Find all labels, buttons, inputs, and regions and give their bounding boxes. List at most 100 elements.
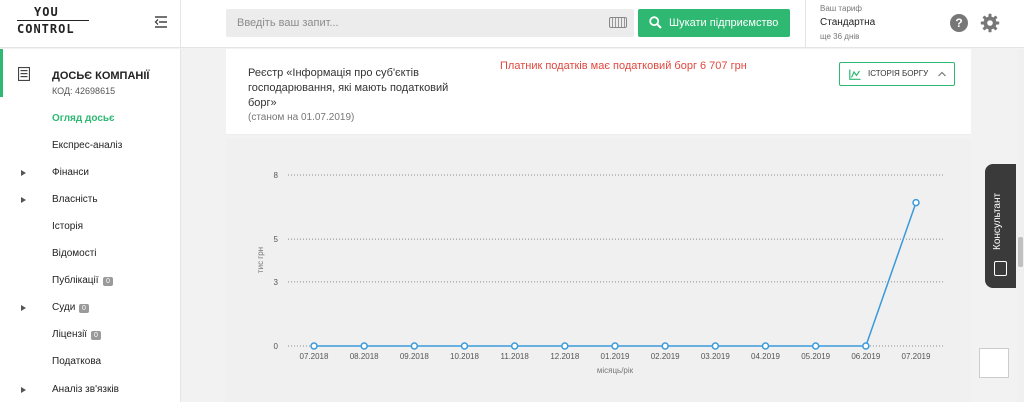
sidebar-nav-item[interactable]: Публікації 0 <box>0 271 181 293</box>
sidebar-nav-item[interactable]: Експрес-аналіз <box>0 136 181 158</box>
expand-caret-icon[interactable] <box>21 170 26 176</box>
sidebar-nav-item[interactable]: Податкова <box>0 352 181 374</box>
search-icon <box>649 16 662 29</box>
help-icon[interactable]: ? <box>950 14 968 32</box>
header-divider <box>180 0 181 48</box>
keyboard-icon[interactable] <box>609 17 627 28</box>
page-scrollbar[interactable] <box>1017 49 1024 402</box>
data-point <box>611 342 619 350</box>
sidebar-nav-label: Податкова <box>52 356 102 367</box>
scrollbar-thumb[interactable] <box>1018 237 1023 267</box>
data-point <box>811 342 820 350</box>
expand-caret-icon[interactable] <box>21 387 26 393</box>
tariff-days: ще 36 днів <box>820 32 860 41</box>
sidebar-nav-item[interactable]: Аналіз зв'язків <box>0 380 181 402</box>
sidebar-nav-label: Публікації <box>52 275 99 286</box>
logo-bottom-text: CONTROL <box>17 22 75 36</box>
chevron-up-icon <box>938 71 946 77</box>
expand-caret-icon[interactable] <box>21 197 26 203</box>
expand-caret-icon[interactable] <box>21 305 26 311</box>
data-point <box>711 342 720 350</box>
x-tick-label: 04.2019 <box>751 352 780 361</box>
data-point <box>561 342 569 350</box>
main-content: Реєстр «Інформація про суб'єктів господа… <box>181 49 1024 402</box>
logo[interactable]: YOU CONTROL <box>17 5 89 37</box>
x-tick-label: 10.2018 <box>450 352 479 361</box>
count-badge: 0 <box>103 277 113 286</box>
x-tick-label: 02.2019 <box>651 352 680 361</box>
sidebar-nav-label: Ліцензії <box>52 329 88 340</box>
search-company-button[interactable]: Шукати підприємство <box>638 9 790 37</box>
count-badge: 0 <box>91 331 101 340</box>
sidebar-nav-item[interactable]: Відомості <box>0 244 181 266</box>
data-point <box>360 342 368 350</box>
search-box <box>226 9 634 37</box>
x-tick-label: 12.2018 <box>550 352 579 361</box>
scroll-to-top-button[interactable] <box>979 348 1009 378</box>
sidebar-nav-label: Історія <box>52 221 84 232</box>
x-tick-label: 09.2018 <box>400 352 429 361</box>
data-point <box>460 342 469 350</box>
chart-icon <box>849 69 861 80</box>
gear-icon[interactable] <box>980 13 1000 33</box>
y-tick-label: 5 <box>274 235 279 244</box>
x-tick-label: 11.2018 <box>501 352 530 361</box>
sidebar-nav-item[interactable]: Історія <box>0 217 181 239</box>
count-badge: 0 <box>79 304 89 313</box>
dossier-title: ДОСЬЄ КОМПАНІЇ <box>52 70 150 82</box>
debt-history-label: ІСТОРІЯ БОРГУ <box>868 69 929 78</box>
sidebar-nav-label: Аналіз зв'язків <box>52 384 119 395</box>
data-point <box>661 342 669 350</box>
debt-chart-svg: 0 3 5 8 тис грн 07.2018 08.2018 09.2018 10.2018 1… <box>256 171 944 375</box>
data-point <box>310 342 318 350</box>
top-bar: YOU CONTROL Шукати підприємство Ваш тари… <box>0 0 1024 48</box>
x-tick-label: 03.2019 <box>701 352 730 361</box>
x-tick-label: 07.2019 <box>902 352 931 361</box>
sidebar-dossier[interactable]: ДОСЬЄ КОМПАНІЇ КОД: 42698615 <box>0 49 181 97</box>
debt-chart: 0 3 5 8 тис грн 07.2018 08.2018 09.2018 10.2018 1… <box>226 139 971 402</box>
logo-divider <box>17 20 89 21</box>
document-icon <box>18 67 30 81</box>
data-point <box>912 198 920 207</box>
registry-card: Реєстр «Інформація про суб'єктів господа… <box>226 49 971 135</box>
data-point <box>761 342 770 350</box>
search-input[interactable] <box>226 9 596 37</box>
sidebar: ДОСЬЄ КОМПАНІЇ КОД: 42698615 Огляд досьє… <box>0 49 181 402</box>
y-tick-label: 8 <box>274 171 279 180</box>
y-tick-label: 3 <box>274 278 279 287</box>
debt-history-button[interactable]: ІСТОРІЯ БОРГУ <box>839 62 955 86</box>
sidebar-nav-label: Огляд досьє <box>52 113 115 124</box>
collapse-menu-icon[interactable] <box>154 15 168 29</box>
data-point <box>862 342 870 350</box>
tariff-name: Стандартна <box>820 17 876 28</box>
sidebar-nav-label: Фінанси <box>52 167 90 178</box>
header-divider-right <box>805 0 806 48</box>
sidebar-nav-item[interactable]: Суди 0 <box>0 298 181 320</box>
x-tick-label: 01.2019 <box>601 352 630 361</box>
sidebar-nav-item[interactable]: Ліцензії 0 <box>0 325 181 347</box>
x-axis-label: місяць/рік <box>597 366 634 375</box>
x-tick-label: 06.2019 <box>851 352 880 361</box>
sidebar-nav-label: Експрес-аналіз <box>52 140 123 151</box>
logo-top-text: YOU <box>34 5 59 19</box>
data-point <box>410 342 419 350</box>
sidebar-nav-item[interactable]: Огляд досьє <box>0 109 181 131</box>
x-tick-label: 07.2018 <box>300 352 329 361</box>
sidebar-nav-label: Власність <box>52 194 98 205</box>
tax-debt-message: Платник податків має податковий борг 6 7… <box>500 60 747 72</box>
sidebar-nav-label: Суди <box>52 302 76 313</box>
y-axis-label: тис грн <box>256 247 265 273</box>
tariff-caption: Ваш тариф <box>820 4 862 13</box>
chat-icon <box>994 261 1007 276</box>
data-point <box>510 342 519 350</box>
dossier-code: КОД: 42698615 <box>52 86 116 96</box>
consultant-tab[interactable]: Консультант <box>985 164 1016 288</box>
registry-as-of: (станом на 01.07.2019) <box>248 112 355 123</box>
x-tick-label: 05.2019 <box>801 352 830 361</box>
consultant-label: Консультант <box>992 192 1003 250</box>
tariff-info[interactable]: Ваш тариф Стандартна ще 36 днів <box>820 4 875 41</box>
sidebar-nav-item[interactable]: Власність <box>0 190 181 212</box>
sidebar-nav-item[interactable]: Фінанси <box>0 163 181 185</box>
sidebar-nav-label: Відомості <box>52 248 97 259</box>
registry-title: Реєстр «Інформація про суб'єктів господа… <box>248 67 449 109</box>
